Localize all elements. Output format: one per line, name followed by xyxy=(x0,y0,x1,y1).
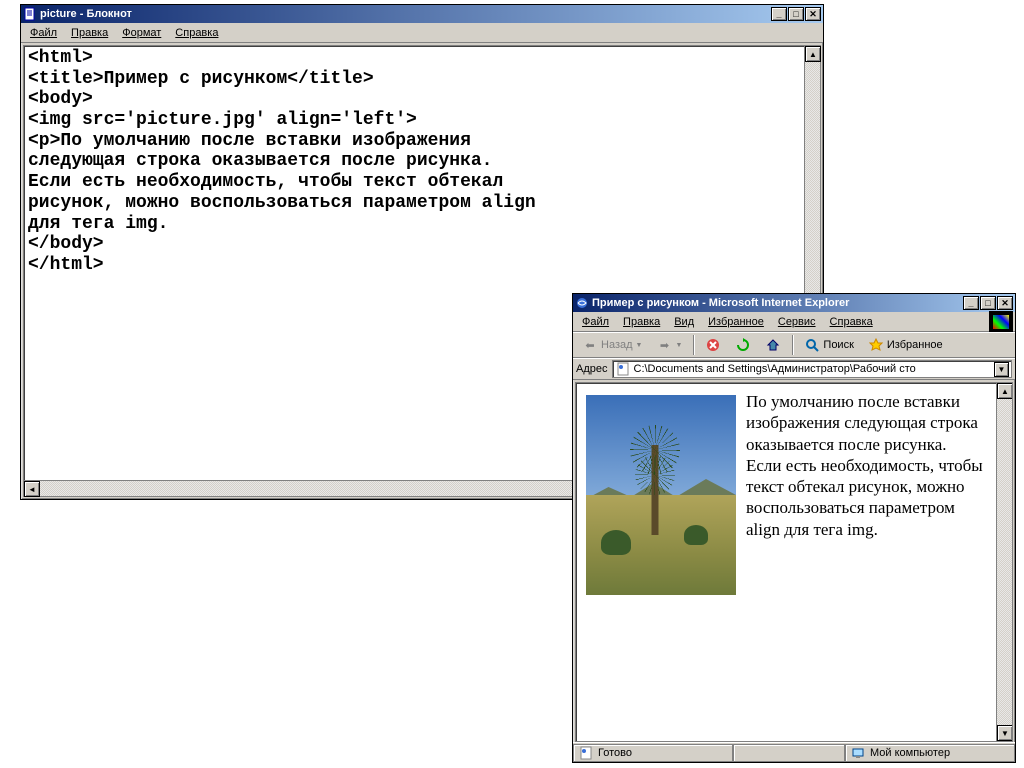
ie-throbber-icon xyxy=(989,311,1013,333)
back-button[interactable]: ⬅ Назад ▼ xyxy=(576,334,648,356)
ie-toolbar: ⬅ Назад ▼ ➡ ▼ Поиск Избранное xyxy=(573,332,1015,358)
close-button[interactable]: ✕ xyxy=(805,7,821,21)
ie-client-area: По умолчанию после вставки изображения с… xyxy=(575,382,1013,742)
chevron-down-icon: ▼ xyxy=(675,342,682,349)
forward-button[interactable]: ➡ ▼ xyxy=(650,334,688,356)
notepad-title: picture - Блокнот xyxy=(40,8,771,20)
menu-view[interactable]: Вид xyxy=(667,314,701,330)
status-zone-panel: Мой компьютер xyxy=(845,744,1015,762)
scroll-up-button[interactable]: ▲ xyxy=(805,46,821,62)
address-dropdown-button[interactable]: ▼ xyxy=(994,362,1009,377)
forward-arrow-icon: ➡ xyxy=(656,337,672,353)
ie-page-icon xyxy=(578,745,594,761)
close-button[interactable]: ✕ xyxy=(997,296,1013,310)
menu-help[interactable]: Справка xyxy=(168,25,225,41)
menu-edit[interactable]: Правка xyxy=(64,25,115,41)
search-icon xyxy=(804,337,820,353)
refresh-button[interactable] xyxy=(729,334,757,356)
maximize-button[interactable]: □ xyxy=(980,296,996,310)
stop-button[interactable] xyxy=(699,334,727,356)
ie-address-bar: Адрес C:\Documents and Settings\Админист… xyxy=(573,358,1015,380)
ie-icon xyxy=(575,296,589,310)
maximize-button[interactable]: □ xyxy=(788,7,804,21)
ie-page-icon xyxy=(615,361,631,377)
ie-page-content: По умолчанию после вставки изображения с… xyxy=(576,383,996,741)
notepad-icon xyxy=(23,7,37,21)
ie-titlebar[interactable]: Пример с рисунком - Microsoft Internet E… xyxy=(573,294,1015,312)
minimize-button[interactable]: _ xyxy=(963,296,979,310)
address-input[interactable]: C:\Documents and Settings\Администратор\… xyxy=(612,360,1013,378)
address-value: C:\Documents and Settings\Администратор\… xyxy=(634,363,916,375)
home-button[interactable] xyxy=(759,334,787,356)
status-spacer xyxy=(733,744,845,762)
status-ready-text: Готово xyxy=(598,747,632,759)
back-arrow-icon: ⬅ xyxy=(582,337,598,353)
address-label: Адрес xyxy=(576,363,608,375)
favorites-icon xyxy=(868,337,884,353)
search-button[interactable]: Поиск xyxy=(798,334,859,356)
minimize-button[interactable]: _ xyxy=(771,7,787,21)
computer-icon xyxy=(850,745,866,761)
ie-status-bar: Готово Мой компьютер xyxy=(573,742,1015,762)
scrollbar-vertical[interactable]: ▲ ▼ xyxy=(996,383,1012,741)
chevron-down-icon: ▼ xyxy=(636,342,643,349)
ie-window: Пример с рисунком - Microsoft Internet E… xyxy=(572,293,1016,763)
menu-file[interactable]: Файл xyxy=(23,25,64,41)
menu-favorites[interactable]: Избранное xyxy=(701,314,771,330)
menu-help[interactable]: Справка xyxy=(823,314,880,330)
refresh-icon xyxy=(735,337,751,353)
status-ready-panel: Готово xyxy=(573,744,733,762)
status-zone-text: Мой компьютер xyxy=(870,747,950,759)
notepad-menubar: Файл Правка Формат Справка xyxy=(21,23,823,43)
scroll-left-button[interactable]: ◄ xyxy=(24,481,40,497)
stop-icon xyxy=(705,337,721,353)
page-image xyxy=(586,395,736,595)
ie-menubar: Файл Правка Вид Избранное Сервис Справка xyxy=(573,312,1015,332)
scroll-down-button[interactable]: ▼ xyxy=(997,725,1013,741)
home-icon xyxy=(765,337,781,353)
favorites-button[interactable]: Избранное xyxy=(862,334,949,356)
menu-file[interactable]: Файл xyxy=(575,314,616,330)
ie-title: Пример с рисунком - Microsoft Internet E… xyxy=(592,297,963,309)
menu-edit[interactable]: Правка xyxy=(616,314,667,330)
menu-format[interactable]: Формат xyxy=(115,25,168,41)
menu-tools[interactable]: Сервис xyxy=(771,314,823,330)
notepad-titlebar[interactable]: picture - Блокнот _ □ ✕ xyxy=(21,5,823,23)
scroll-up-button[interactable]: ▲ xyxy=(997,383,1013,399)
